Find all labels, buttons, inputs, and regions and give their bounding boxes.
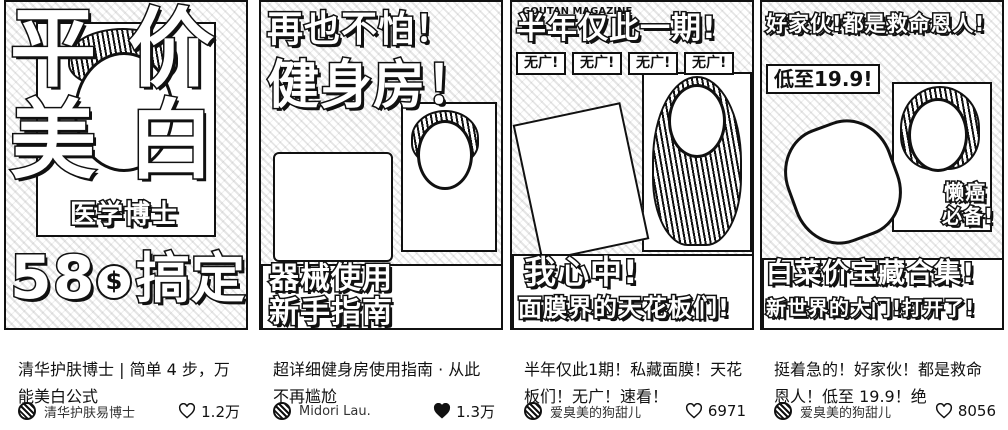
gym-equipment [273,152,393,262]
like-button[interactable]: 1.2万 [178,401,240,422]
note-meta: Midori Lau. 1.3万 [273,398,495,424]
note-meta: 爱臭美的狗甜儿 8056 [774,398,996,424]
note-card[interactable]: 平 价 美 白 医学博士 58 $ 搞定 清华护肤博士 | 简单 4 步，万能美… [4,0,248,430]
cover-chip: 无广! [684,52,735,76]
note-cover-image[interactable]: 再也不怕！ 健身房！ 器械使用 新手指南 [259,0,503,330]
note-cover-image[interactable]: GOUTAN MAGAZINE 半年仅此一期! 无广! 无广! 无广! 无广! … [510,0,754,330]
heart-outline-icon [179,403,196,419]
cover-headline-1: 好家伙!都是救命恩人! [764,12,986,36]
cover-subtitle: 医学博士 [68,200,179,230]
author-avatar[interactable] [273,402,291,420]
cover-headline-1: 半年仅此一期! [515,11,718,46]
author-name[interactable]: 清华护肤易博士 [44,402,178,421]
cover-badge-1: 懒癌 [943,180,987,204]
like-button[interactable]: 6971 [685,402,746,420]
cover-chip: 无广! [628,52,679,76]
like-button[interactable]: 1.3万 [433,401,495,422]
author-avatar[interactable] [18,402,36,420]
like-count: 1.3万 [456,402,495,421]
cover-band-text-1: 我心中! [523,253,640,291]
author-name[interactable]: 爱臭美的狗甜儿 [800,402,935,421]
author-name[interactable]: Midori Lau. [299,404,433,419]
cover-band-text-1: 器械使用 [268,261,394,296]
cover-price-suffix: 搞定 [135,247,247,310]
cover-headline-1: 再也不怕！ [265,9,453,50]
cover-chip: 无广! [516,52,567,76]
cover-band-text-2: 新手指南 [268,295,394,330]
dollar-icon: $ [96,264,132,300]
cover-price-tag: 低至19.9! [766,64,881,94]
heart-outline-icon [685,403,702,419]
facial-mask-products [512,102,650,262]
cover-badge-2: 必备! [940,204,995,228]
cover-headline-2: 健身房！ [265,56,480,116]
cover-face [668,84,726,158]
cover-face [908,98,968,172]
cover-headline-2: 美 白 [9,91,216,191]
like-button[interactable]: 8056 [935,402,996,420]
heart-filled-icon [434,403,451,419]
note-meta: 爱臭美的狗甜儿 6971 [524,398,746,424]
heart-outline-icon [935,403,952,419]
cover-headline-1: 平 价 [9,0,216,99]
cover-band-text-1: 白菜价宝藏合集! [764,258,976,289]
note-meta: 清华护肤易博士 1.2万 [18,398,240,424]
cover-face [417,120,473,190]
notes-feed: 平 价 美 白 医学博士 58 $ 搞定 清华护肤博士 | 简单 4 步，万能美… [0,0,1008,430]
like-count: 6971 [707,402,746,420]
author-avatar[interactable] [774,402,792,420]
note-cover-image[interactable]: 平 价 美 白 医学博士 58 $ 搞定 [4,0,248,330]
cover-price: 58 [9,243,96,313]
cover-band-text-2: 面膜界的天花板们! [517,294,731,322]
note-card[interactable]: 再也不怕！ 健身房！ 器械使用 新手指南 超详细健身房使用指南 · 从此不再尴尬… [259,0,503,430]
author-avatar[interactable] [524,402,542,420]
cover-band-text-2: 新世界的大门!打开了! [764,296,976,320]
like-count: 8056 [957,402,996,420]
like-count: 1.2万 [201,402,240,421]
note-card[interactable]: GOUTAN MAGAZINE 半年仅此一期! 无广! 无广! 无广! 无广! … [510,0,754,430]
author-name[interactable]: 爱臭美的狗甜儿 [550,402,685,421]
note-card[interactable]: 好家伙!都是救命恩人! 低至19.9! 懒癌 必备! 白菜价宝藏合集! 新世界的… [760,0,1004,430]
note-cover-image[interactable]: 好家伙!都是救命恩人! 低至19.9! 懒癌 必备! 白菜价宝藏合集! 新世界的… [760,0,1004,330]
cover-chip: 无广! [572,52,623,76]
